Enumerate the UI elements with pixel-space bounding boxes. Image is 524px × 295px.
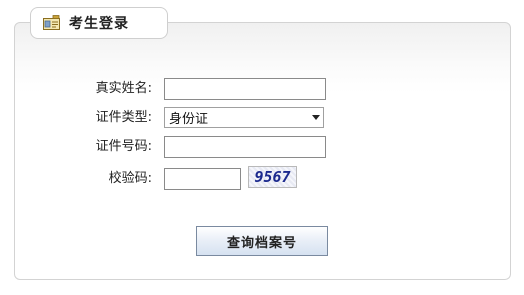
chevron-down-icon[interactable] <box>309 108 323 127</box>
id-card-icon <box>43 15 61 31</box>
id-number-input[interactable] <box>164 136 326 158</box>
real-name-input[interactable] <box>164 78 326 100</box>
captcha-image[interactable]: 9567 <box>248 166 297 188</box>
id-type-select[interactable]: 身份证 <box>164 107 324 128</box>
captcha-label: 校验码: <box>108 171 152 186</box>
id-number-label: 证件号码: <box>95 139 152 154</box>
real-name-label: 真实姓名: <box>95 81 152 96</box>
panel-title: 考生登录 <box>69 16 129 32</box>
id-type-selected-value: 身份证 <box>169 112 209 127</box>
id-type-label: 证件类型: <box>95 110 152 125</box>
panel-header-tab: 考生登录 <box>30 7 168 39</box>
captcha-input[interactable] <box>164 168 241 190</box>
query-archive-number-button[interactable]: 查询档案号 <box>196 226 328 256</box>
